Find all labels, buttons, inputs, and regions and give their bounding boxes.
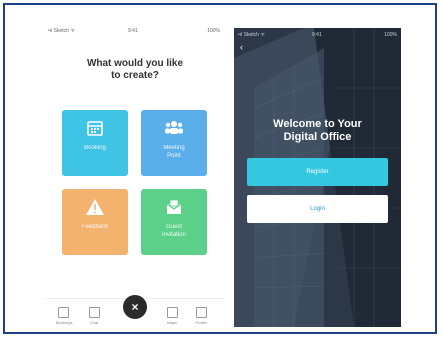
- welcome-screen: •ıl Sketch ᯤ 9:41 100% ‹ Welcome to Your…: [234, 28, 401, 327]
- meeting-point-tile[interactable]: Meeting Point: [141, 110, 207, 176]
- carrier-signal: •ıl Sketch ᯤ: [238, 32, 265, 38]
- profile-nav-icon: [195, 307, 207, 318]
- booking-tile[interactable]: Booking: [62, 110, 128, 176]
- status-bar: •ıl Sketch ᯤ 9:41 100%: [234, 28, 401, 42]
- status-time: 9:41: [312, 32, 322, 38]
- group-icon: [164, 118, 184, 138]
- calendar-icon: [85, 118, 105, 138]
- page-title: What would you like to create?: [86, 58, 184, 81]
- battery-status: 100%: [384, 32, 397, 38]
- mail-icon: [164, 197, 184, 217]
- login-button[interactable]: Login: [247, 195, 388, 223]
- feedback-tile[interactable]: Feedback: [62, 189, 128, 255]
- nav-profile[interactable]: Profile: [194, 307, 208, 325]
- close-icon: ×: [131, 300, 139, 314]
- welcome-title: Welcome to Your Digital Office: [273, 118, 362, 143]
- tile-label: Booking: [84, 145, 106, 151]
- nav-chat[interactable]: Chat: [87, 307, 101, 325]
- tile-label: Guest invitation: [162, 224, 186, 238]
- battery-status: 100%: [207, 28, 220, 34]
- guest-invitation-tile[interactable]: Guest invitation: [141, 189, 207, 255]
- tile-label: Meeting Point: [163, 145, 185, 159]
- back-icon[interactable]: ‹: [240, 42, 243, 52]
- map-nav-icon: [166, 307, 178, 318]
- carrier-signal: •ıl Sketch ᯤ: [48, 28, 75, 34]
- warning-icon: [85, 197, 105, 217]
- nav-maps[interactable]: Maps: [165, 307, 179, 325]
- status-bar: •ıl Sketch ᯤ 9:41 100%: [46, 24, 224, 38]
- nav-bookings[interactable]: Bookings: [56, 307, 72, 325]
- status-time: 9:41: [128, 28, 138, 34]
- calendar-nav-icon: [57, 307, 69, 318]
- chat-nav-icon: [88, 307, 100, 318]
- register-button[interactable]: Register: [247, 158, 388, 186]
- create-menu-screen: •ıl Sketch ᯤ 9:41 100% What would you li…: [46, 24, 224, 329]
- bottom-navigation: Bookings Chat × Maps Profile: [46, 295, 224, 329]
- tile-label: Feedback: [81, 224, 109, 230]
- close-fab-button[interactable]: ×: [123, 295, 147, 319]
